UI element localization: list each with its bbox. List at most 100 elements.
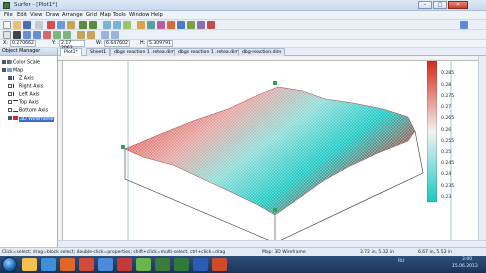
checkbox-icon[interactable] [8,100,12,104]
tab-grid-1[interactable]: dbgs reaction 1 .retea.dim [110,48,179,56]
media-player-icon[interactable] [60,258,75,271]
window-title: Surfer - [Plot1*] [14,2,58,8]
menu-grid[interactable]: Grid [86,12,97,18]
x-field[interactable]: 0.270662 [10,40,36,47]
undo-icon[interactable] [79,21,87,29]
checkbox-icon[interactable] [8,92,12,96]
tab-grid-2[interactable]: dbgs reaction 1 .retea.dim [174,48,243,56]
paste-icon[interactable] [67,21,75,29]
tree-item-bottom-axis[interactable]: Bottom Axis [8,108,48,114]
maximize-button[interactable]: □ [433,1,447,9]
vertical-scrollbar[interactable] [478,56,486,240]
ellipse-icon[interactable] [63,31,71,39]
menu-file[interactable]: File [4,12,13,18]
rotate-icon[interactable] [101,31,109,39]
polygon-icon[interactable] [23,31,31,39]
pdf-icon[interactable] [117,258,132,271]
contour-map-icon[interactable] [147,21,155,29]
chrome-icon[interactable] [136,258,151,271]
wireframe-mesh [125,87,415,215]
vector-map-icon[interactable] [207,21,215,29]
shaded-relief-icon[interactable] [197,21,205,29]
browser-icon[interactable] [41,258,56,271]
legend-tick: 0.285 [441,71,455,76]
menu-window[interactable]: Window [129,12,149,18]
tab-plot1[interactable]: Plot1* [60,48,82,56]
symbol-icon[interactable] [43,31,51,39]
selection-handle[interactable] [273,208,277,212]
h-field[interactable]: 5.309791 [147,40,173,47]
new-icon[interactable] [3,21,11,29]
image-map-icon[interactable] [187,21,195,29]
checkbox-icon[interactable] [8,76,12,80]
wireframe-icon[interactable] [167,21,175,29]
surfer-taskbar-icon[interactable] [155,258,170,271]
tab-sheet1[interactable]: Sheet1 [86,48,111,56]
tree-item-top-axis[interactable]: Top Axis [8,100,39,106]
checkbox-icon[interactable] [8,108,12,112]
selection-handle[interactable] [273,81,277,85]
minimize-button[interactable]: – [418,1,432,9]
align-icon[interactable] [77,31,85,39]
grid-data-icon[interactable] [137,21,145,29]
zoom-out-icon[interactable] [113,21,121,29]
checkbox-icon[interactable] [8,116,12,120]
tree-item-label: Map [13,68,24,74]
plot-canvas[interactable] [63,61,478,240]
status-size: 3.72 in, 5.32 in [360,250,394,255]
color-scale-bar[interactable] [427,61,437,202]
menu-tools[interactable]: Tools [113,12,126,18]
post-map-icon[interactable] [177,21,185,29]
select-icon[interactable] [3,31,11,39]
app-icon[interactable] [98,258,113,271]
menu-draw[interactable]: Draw [46,12,60,18]
redo-icon[interactable] [89,21,97,29]
selection-handle[interactable] [121,145,125,149]
tree-item-right-axis[interactable]: Right Axis [8,84,43,90]
status-bar: Click=select; drag=block select; double-… [0,247,486,256]
language-indicator[interactable]: RU [398,259,404,264]
help-icon[interactable] [460,21,468,29]
opera-icon[interactable] [79,258,94,271]
checkbox-icon[interactable] [8,84,12,88]
w-field[interactable]: 6.647602 [104,40,130,47]
y-field[interactable]: 2.17 2063 [59,40,85,51]
checkbox-icon[interactable] [2,60,6,64]
copy-icon[interactable] [57,21,65,29]
explorer-icon[interactable] [22,258,37,271]
menu-edit[interactable]: Edit [17,12,27,18]
cut-icon[interactable] [47,21,55,29]
powerpoint-icon[interactable] [212,258,227,271]
polyline-icon[interactable] [33,31,41,39]
tree-item-label: Color Scale [13,60,40,66]
menu-map[interactable]: Map [100,12,111,18]
tree-item-3d-wireframe[interactable]: 3D Wireframe [8,116,55,122]
clock-date[interactable]: 15.06.2013 [452,264,478,269]
tree-item-color-scale[interactable]: Color Scale [2,60,40,66]
menu-help[interactable]: Help [151,12,163,18]
tree-item-map[interactable]: Map [2,68,23,74]
menu-arrange[interactable]: Arrange [62,12,83,18]
open-icon[interactable] [13,21,21,29]
legend-tick: 0.28 [441,83,452,88]
zoom-fit-icon[interactable] [123,21,131,29]
checkbox-icon[interactable] [2,68,6,72]
horizontal-scrollbar[interactable] [58,240,486,247]
tab-grid-3[interactable]: dbg-reaction.dim [238,48,286,56]
excel-icon[interactable] [174,258,189,271]
word-icon[interactable] [193,258,208,271]
surface-map-icon[interactable] [157,21,165,29]
tree-item-left-axis[interactable]: Left Axis [8,92,40,98]
save-icon[interactable] [23,21,31,29]
trackball-icon[interactable] [111,31,119,39]
zoom-icon[interactable] [103,21,111,29]
print-icon[interactable] [35,21,43,29]
close-button[interactable]: ✕ [448,1,468,9]
menu-view[interactable]: View [30,12,42,18]
clock-time[interactable]: 3:00 [462,257,472,262]
rectangle-icon[interactable] [53,31,61,39]
text-icon[interactable] [13,31,21,39]
start-button-icon[interactable] [2,257,17,272]
tree-item-z-axis[interactable]: Z Axis [8,76,34,82]
arrange-icon[interactable] [87,31,95,39]
